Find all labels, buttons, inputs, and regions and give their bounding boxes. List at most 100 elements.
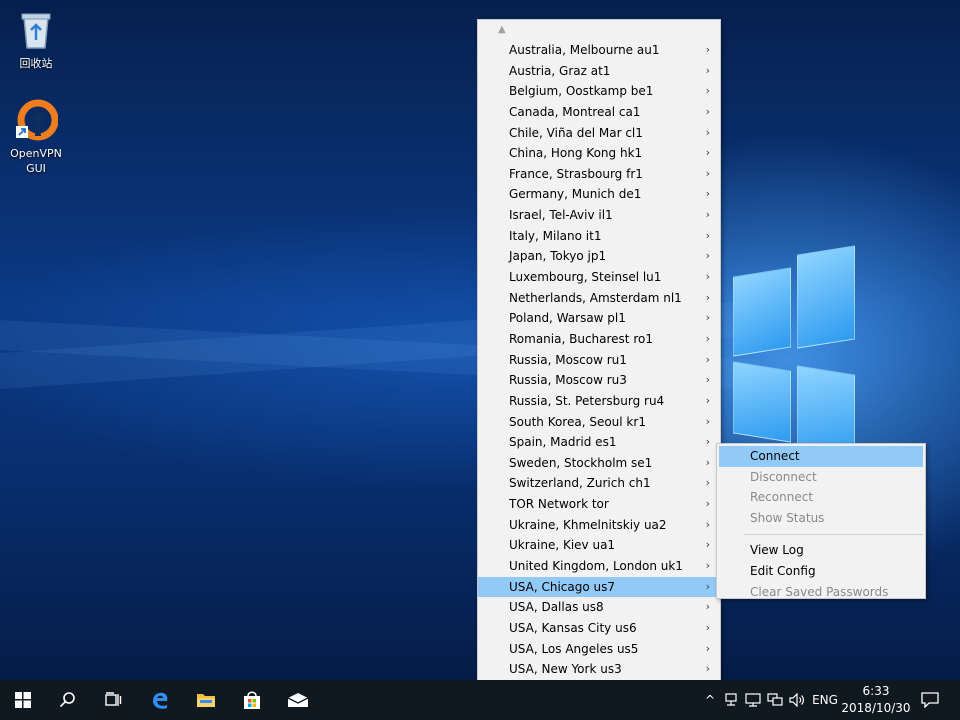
edit-config-menu-item[interactable]: Edit Config [719, 561, 923, 582]
server-menu-item[interactable]: Russia, Moscow ru3 › [478, 370, 720, 391]
server-menu-item-label: USA, Dallas us8 [509, 600, 604, 615]
server-menu-item-label: Romania, Bucharest ro1 [509, 331, 653, 346]
server-menu-item-label: Sweden, Stockholm se1 [509, 455, 653, 470]
chevron-up-icon: ^ [704, 693, 716, 707]
server-menu-item-label: Russia, Moscow ru1 [509, 352, 627, 367]
submenu-chevron-right-icon: › [705, 270, 710, 284]
clear-saved-passwords-menu-item: Clear Saved Passwords [750, 584, 889, 599]
server-menu-item[interactable]: Romania, Bucharest ro1 › [478, 329, 720, 350]
server-menu-item[interactable]: Australia, Melbourne au1 › [478, 40, 720, 61]
server-menu-item[interactable]: Russia, Moscow ru1 › [478, 350, 720, 371]
submenu-chevron-right-icon: › [705, 620, 710, 634]
server-menu-item[interactable]: Austria, Graz at1 › [478, 61, 720, 82]
server-menu-item-label: USA, Kansas City us6 [509, 620, 637, 635]
openvpn-icon [14, 98, 59, 142]
submenu-chevron-right-icon: › [705, 641, 710, 655]
server-menu-item-label: Ukraine, Khmelnitskiy ua2 [509, 517, 667, 532]
server-menu-item[interactable]: USA, Kansas City us6 › [478, 618, 720, 639]
server-menu-item[interactable]: Chile, Viña del Mar cl1 › [478, 123, 720, 144]
server-menu-item[interactable]: Germany, Munich de1 › [478, 184, 720, 205]
submenu-chevron-right-icon: › [705, 125, 710, 139]
server-menu-item-label: France, Strasbourg fr1 [509, 166, 643, 181]
server-menu-item-label: Luxembourg, Steinsel lu1 [509, 270, 662, 285]
desktop-icon-label: 回收站 [19, 57, 53, 70]
submenu-chevron-right-icon: › [705, 208, 710, 222]
server-menu-item-label: United Kingdom, London uk1 [509, 559, 683, 574]
scroll-up-arrow-icon[interactable]: ▲ [498, 25, 512, 35]
submenu-chevron-right-icon: › [705, 559, 710, 573]
network-tray-button[interactable] [764, 680, 786, 720]
submenu-chevron-right-icon: › [705, 84, 710, 98]
task-view-icon [105, 692, 122, 706]
server-context-menu: ▲ Australia, Melbourne au1 › Austria, Graz… [477, 19, 721, 720]
server-menu-item-label: Russia, St. Petersburg ru4 [509, 393, 665, 408]
server-menu-item[interactable]: Switzerland, Zurich ch1 › [478, 473, 720, 494]
server-menu-item[interactable]: South Korea, Seoul kr1 › [478, 412, 720, 433]
submenu-chevron-right-icon: › [705, 290, 710, 304]
server-menu-item[interactable]: Canada, Montreal ca1 › [478, 102, 720, 123]
server-menu-item[interactable]: Japan, Tokyo jp1 › [478, 246, 720, 267]
store-taskbar-button[interactable] [229, 680, 275, 720]
server-menu-item[interactable]: Ukraine, Khmelnitskiy ua2 › [478, 515, 720, 536]
submenu-chevron-right-icon: › [705, 600, 710, 614]
server-menu-item[interactable]: France, Strasbourg fr1 › [478, 164, 720, 185]
openvpn-tray-button[interactable] [720, 680, 742, 720]
connect-menu-item[interactable]: Connect [719, 446, 923, 467]
server-menu-item-label: South Korea, Seoul kr1 [509, 414, 646, 429]
server-menu-item-label: Spain, Madrid es1 [509, 435, 617, 450]
server-menu-item[interactable]: USA, Dallas us8 › [478, 597, 720, 618]
submenu-chevron-right-icon: › [705, 373, 710, 387]
server-menu-item[interactable]: United Kingdom, London uk1 › [478, 556, 720, 577]
server-menu-item[interactable]: Spain, Madrid es1 › [478, 432, 720, 453]
volume-tray-button[interactable] [786, 680, 808, 720]
submenu-chevron-right-icon: › [705, 43, 710, 56]
server-menu-item[interactable]: Israel, Tel-Aviv il1 › [478, 205, 720, 226]
network-tray-icon [725, 693, 737, 706]
search-icon [59, 692, 75, 708]
server-menu-item[interactable]: Sweden, Stockholm se1 › [478, 453, 720, 474]
desktop-icon-openvpn[interactable]: OpenVPN GUI [0, 98, 72, 176]
server-menu-item[interactable]: China, Hong Kong hk1 › [478, 143, 720, 164]
mail-taskbar-button[interactable] [275, 680, 321, 720]
server-menu-item-label: Germany, Munich de1 [509, 187, 642, 202]
openvpn-status-tray-button[interactable] [742, 680, 764, 720]
task-view-button[interactable] [90, 680, 136, 720]
desktop-icon-recycle-bin[interactable]: 回收站 [0, 8, 72, 71]
server-menu-item[interactable]: Italy, Milano it1 › [478, 226, 720, 247]
server-menu-list: Australia, Melbourne au1 › Austria, Graz a… [478, 40, 720, 701]
action-center-button[interactable] [918, 680, 942, 720]
server-menu-item[interactable]: Belgium, Oostkamp be1 › [478, 81, 720, 102]
server-menu-item[interactable]: USA, New York us3 › [478, 659, 720, 680]
server-menu-item[interactable]: Luxembourg, Steinsel lu1 › [478, 267, 720, 288]
notification-icon [921, 692, 939, 708]
server-menu-item[interactable]: USA, Los Angeles us5 › [478, 639, 720, 660]
submenu-chevron-right-icon: › [705, 435, 710, 449]
server-menu-item-label: Chile, Viña del Mar cl1 [509, 125, 643, 140]
server-menu-item-label: Switzerland, Zurich ch1 [509, 476, 651, 491]
submenu-chevron-right-icon: › [705, 146, 710, 160]
show-hidden-icons-button[interactable]: ^ [702, 680, 718, 720]
server-menu-item[interactable]: Netherlands, Amsterdam nl1 › [478, 288, 720, 309]
server-menu-item[interactable]: Russia, St. Petersburg ru4 › [478, 391, 720, 412]
server-menu-item[interactable]: TOR Network tor › [478, 494, 720, 515]
server-menu-item-label: Austria, Graz at1 [509, 63, 611, 78]
view-log-menu-item[interactable]: View Log [719, 540, 923, 561]
server-menu-item-label: Japan, Tokyo jp1 [509, 249, 607, 264]
server-menu-item[interactable]: Ukraine, Kiev ua1 › [478, 535, 720, 556]
submenu-chevron-right-icon: › [705, 476, 710, 490]
submenu-chevron-right-icon: › [705, 228, 710, 242]
submenu-chevron-right-icon: › [705, 166, 710, 180]
store-icon [244, 691, 260, 709]
submenu-chevron-right-icon: › [705, 579, 710, 593]
edge-taskbar-button[interactable] [137, 680, 183, 720]
server-menu-item[interactable]: USA, Chicago us7 › [478, 576, 720, 598]
server-menu-item[interactable]: Poland, Warsaw pl1 › [478, 308, 720, 329]
start-button[interactable] [0, 680, 46, 720]
clock[interactable]: 6:33 2018/10/30 [836, 683, 916, 717]
reconnect-menu-item: Reconnect [750, 490, 814, 505]
search-button[interactable] [45, 680, 91, 720]
taskbar: ^ ENG 6:33 2018/10/30 [0, 680, 960, 720]
server-menu-item-label: Ukraine, Kiev ua1 [509, 538, 616, 553]
file-explorer-taskbar-button[interactable] [183, 680, 229, 720]
monitor-tray-icon [745, 693, 761, 707]
